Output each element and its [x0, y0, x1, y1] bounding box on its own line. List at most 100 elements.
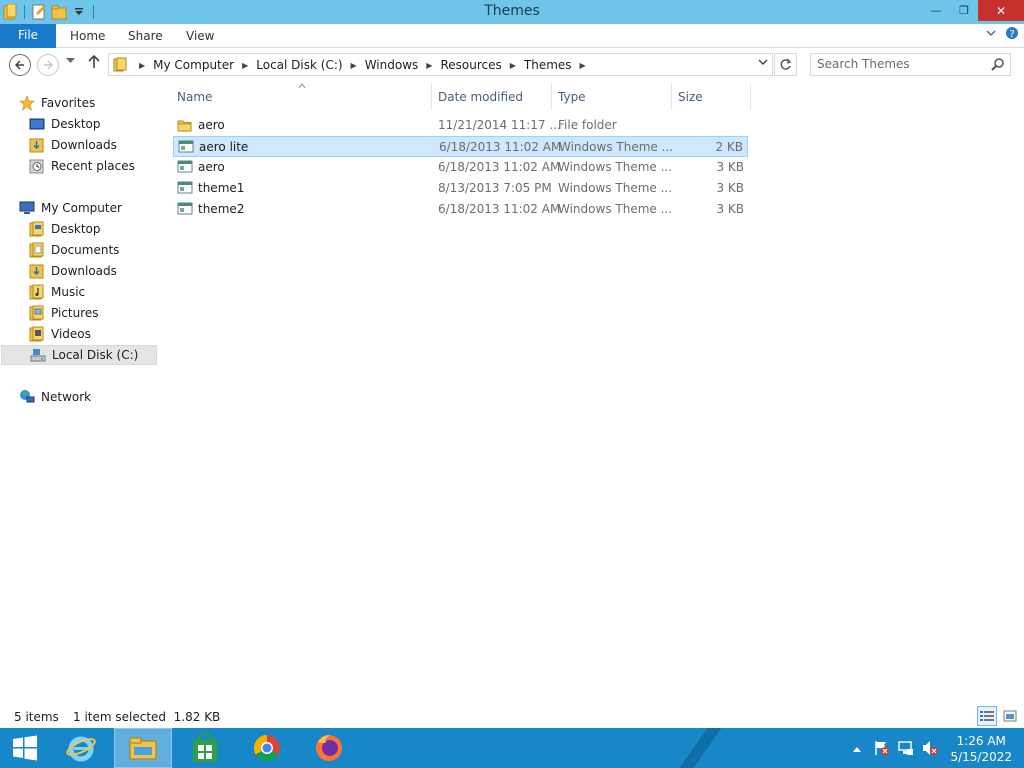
network-icon	[19, 389, 35, 405]
volume-muted-icon[interactable]	[922, 740, 938, 759]
nav-computer-local-disk[interactable]: Local Disk (C:)	[1, 345, 157, 365]
taskbar-firefox[interactable]	[300, 728, 358, 768]
help-icon[interactable]: ?	[1005, 26, 1019, 43]
action-center-icon[interactable]	[874, 740, 890, 759]
file-row-selected[interactable]: aero lite 6/18/2013 11:02 AM Windows The…	[173, 136, 748, 157]
window-controls: — ❐ ✕	[922, 0, 1024, 21]
forward-arrow-icon	[44, 60, 54, 70]
column-header-type[interactable]: Type	[552, 82, 670, 110]
file-type: Windows Theme ...	[558, 202, 673, 216]
desktop-folder-icon	[29, 221, 45, 237]
windows-logo-icon	[13, 735, 37, 761]
recent-locations-dropdown[interactable]	[66, 57, 75, 67]
breadcrumb-separator-icon[interactable]: ▶	[510, 61, 516, 70]
file-explorer-icon	[129, 737, 157, 760]
nav-computer-desktop[interactable]: Desktop	[29, 219, 101, 239]
breadcrumb-separator-icon[interactable]: ▶	[580, 61, 586, 70]
details-view-button[interactable]	[977, 706, 997, 726]
search-icon[interactable]	[991, 57, 1005, 74]
file-size: 3 KB	[716, 202, 744, 216]
large-icons-view-icon	[1003, 710, 1017, 722]
nav-favorites-desktop[interactable]: Desktop	[29, 114, 101, 134]
breadcrumb-separator-icon[interactable]: ▶	[139, 61, 145, 70]
breadcrumb-windows[interactable]: Windows	[365, 58, 419, 72]
column-header-size[interactable]: Size	[672, 82, 750, 110]
recent-places-icon	[29, 158, 45, 174]
refresh-icon	[780, 58, 792, 70]
address-bar[interactable]: ▶ My Computer ▶ Local Disk (C:) ▶ Window…	[108, 53, 773, 76]
file-name: aero	[198, 160, 225, 174]
back-button[interactable]	[9, 54, 31, 76]
taskbar-file-explorer[interactable]	[114, 728, 172, 768]
nav-item-label: Recent places	[51, 159, 135, 173]
file-row[interactable]: theme1 8/13/2013 7:05 PM Windows Theme .…	[173, 178, 748, 199]
taskbar-internet-explorer[interactable]	[52, 728, 110, 768]
show-hidden-icons[interactable]	[852, 742, 862, 756]
nav-favorites-label: Favorites	[41, 96, 96, 110]
forward-button[interactable]	[37, 54, 59, 76]
up-button[interactable]	[88, 54, 100, 73]
downloads-folder-icon	[29, 137, 45, 153]
nav-computer-pictures[interactable]: Pictures	[29, 303, 99, 323]
ribbon-tabs: File Home Share View ?	[0, 24, 1024, 48]
nav-computer-documents[interactable]: Documents	[29, 240, 119, 260]
music-folder-icon	[29, 284, 45, 300]
file-name: theme2	[198, 202, 245, 216]
address-history-dropdown[interactable]	[758, 57, 768, 70]
nav-item-label: Desktop	[51, 117, 101, 131]
nav-my-computer-label: My Computer	[41, 201, 122, 215]
theme-file-icon	[177, 159, 193, 178]
file-row[interactable]: aero 6/18/2013 11:02 AM Windows Theme ..…	[173, 157, 748, 178]
breadcrumb-resources[interactable]: Resources	[440, 58, 501, 72]
title-bar[interactable]: Themes — ❐ ✕	[0, 0, 1024, 24]
system-clock[interactable]: 1:26 AM 5/15/2022	[950, 733, 1012, 765]
large-icons-view-button[interactable]	[1000, 706, 1020, 726]
close-button[interactable]: ✕	[978, 0, 1024, 21]
start-button[interactable]	[0, 728, 50, 768]
nav-my-computer[interactable]: My Computer	[19, 198, 122, 218]
breadcrumb-local-disk[interactable]: Local Disk (C:)	[256, 58, 342, 72]
nav-favorites-downloads[interactable]: Downloads	[29, 135, 117, 155]
expand-ribbon-icon[interactable]	[986, 28, 996, 41]
column-size-label: Size	[678, 90, 703, 104]
breadcrumb-separator-icon[interactable]: ▶	[426, 61, 432, 70]
videos-folder-icon	[29, 326, 45, 342]
desktop-icon	[29, 116, 45, 132]
nav-network[interactable]: Network	[19, 387, 91, 407]
details-view-icon	[980, 711, 994, 721]
column-header-name[interactable]: Name	[173, 82, 429, 110]
tab-view[interactable]: View	[186, 29, 214, 43]
nav-favorites-recent-places[interactable]: Recent places	[29, 156, 135, 176]
nav-computer-downloads[interactable]: Downloads	[29, 261, 117, 281]
folder-icon	[177, 117, 193, 136]
tab-home[interactable]: Home	[70, 29, 105, 43]
nav-computer-videos[interactable]: Videos	[29, 324, 91, 344]
tab-file[interactable]: File	[0, 24, 56, 48]
breadcrumb-separator-icon[interactable]: ▶	[242, 61, 248, 70]
nav-item-label: Videos	[51, 327, 91, 341]
breadcrumb-my-computer[interactable]: My Computer	[153, 58, 234, 72]
restore-button[interactable]: ❐	[950, 0, 978, 21]
column-header-date-modified[interactable]: Date modified	[432, 82, 550, 110]
nav-favorites[interactable]: Favorites	[19, 93, 95, 113]
refresh-button[interactable]	[774, 53, 797, 76]
network-status-icon[interactable]	[898, 740, 914, 759]
documents-folder-icon	[29, 242, 45, 258]
file-name: aero	[198, 118, 225, 132]
file-type: Windows Theme ...	[558, 181, 673, 195]
up-arrow-icon	[88, 54, 100, 68]
taskbar: 1:26 AM 5/15/2022	[0, 728, 1024, 768]
file-row[interactable]: aero 11/21/2014 11:17 ... File folder	[173, 115, 748, 136]
file-row[interactable]: theme2 6/18/2013 11:02 AM Windows Theme …	[173, 199, 748, 220]
computer-icon	[19, 200, 35, 216]
search-box[interactable]	[810, 53, 1011, 76]
nav-computer-music[interactable]: Music	[29, 282, 85, 302]
taskbar-store[interactable]	[176, 728, 234, 768]
breadcrumb-separator-icon[interactable]: ▶	[351, 61, 357, 70]
breadcrumb-themes[interactable]: Themes	[524, 58, 572, 72]
taskbar-chrome[interactable]	[238, 728, 296, 768]
tab-share[interactable]: Share	[128, 29, 163, 43]
search-input[interactable]	[817, 57, 987, 71]
column-type-label: Type	[558, 90, 586, 104]
minimize-button[interactable]: —	[922, 0, 950, 21]
